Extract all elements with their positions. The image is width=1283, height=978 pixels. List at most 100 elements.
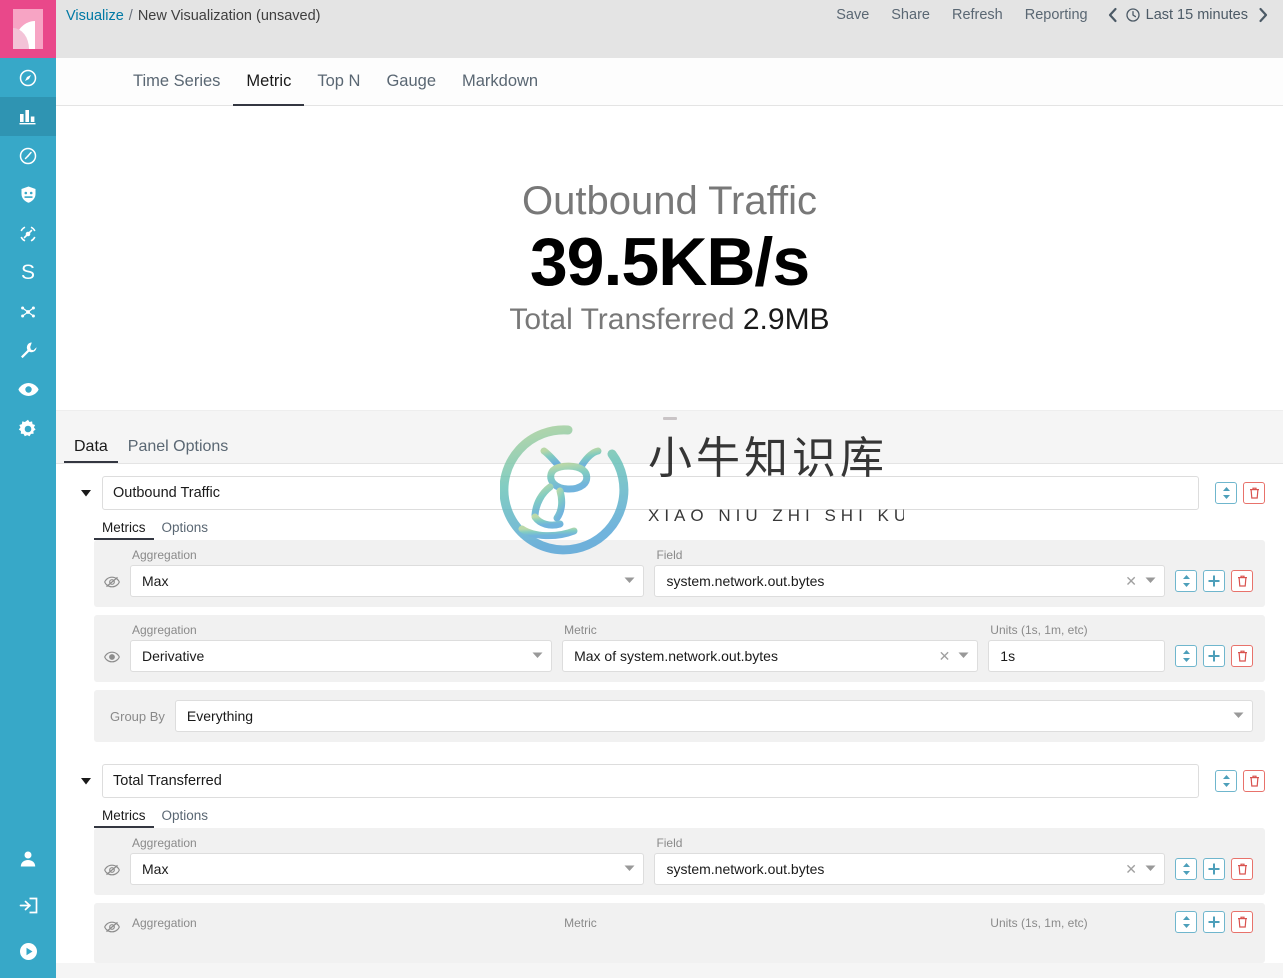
tab-markdown[interactable]: Markdown <box>449 58 551 106</box>
series-label-input[interactable] <box>102 476 1199 510</box>
series-delete-button[interactable] <box>1243 482 1265 504</box>
save-button[interactable]: Save <box>825 7 880 23</box>
series-label-input[interactable] <box>102 764 1199 798</box>
clear-icon[interactable]: ✕ <box>939 648 951 665</box>
sidebar-item-logout[interactable] <box>0 882 56 928</box>
tab-options[interactable]: Options <box>154 520 217 540</box>
eye-slash-icon[interactable] <box>104 864 120 876</box>
units-field-group: Units (1s, 1m, etc) <box>988 916 1165 933</box>
group-by-select[interactable]: Everything <box>174 700 1253 732</box>
aggregation-add-button[interactable] <box>1203 858 1225 880</box>
series-reorder-button[interactable] <box>1215 770 1237 792</box>
series-delete-button[interactable] <box>1243 770 1265 792</box>
metric-label: Metric <box>564 623 597 637</box>
sidebar-item-siem[interactable]: S <box>0 253 56 292</box>
sidebar-item-machine-learning[interactable] <box>0 292 56 331</box>
global-nav-sidebar: S <box>0 0 56 978</box>
sidebar-item-graph[interactable] <box>0 214 56 253</box>
aggregation-label: Aggregation <box>132 623 197 637</box>
aggregation-reorder-button[interactable] <box>1175 858 1197 880</box>
series-tabs: Metrics Options <box>94 808 1265 828</box>
aggregation-field-group: Aggregation Max <box>130 836 645 885</box>
sidebar-item-management[interactable] <box>0 409 56 448</box>
clear-icon[interactable]: ✕ <box>1125 573 1137 590</box>
eye-slash-icon[interactable] <box>104 576 120 588</box>
clear-icon[interactable]: ✕ <box>1125 861 1137 878</box>
time-picker[interactable]: Last 15 minutes <box>1125 7 1248 23</box>
tab-gauge[interactable]: Gauge <box>373 58 449 106</box>
aggregation-reorder-button[interactable] <box>1175 645 1197 667</box>
aggregation-select[interactable]: Max <box>130 853 645 885</box>
aggregation-list: Aggregation Max Field system.network.out… <box>94 540 1265 742</box>
series-reorder-button[interactable] <box>1215 482 1237 504</box>
chevron-right-icon[interactable] <box>1248 7 1269 23</box>
chevron-down-icon <box>1145 865 1156 874</box>
units-input[interactable]: 1s <box>988 640 1165 672</box>
sidebar-item-discover[interactable] <box>0 58 56 97</box>
caret-down-icon[interactable] <box>78 485 94 501</box>
tab-metric[interactable]: Metric <box>233 58 304 106</box>
eye-icon[interactable] <box>104 651 120 663</box>
clock-icon <box>1125 8 1140 22</box>
breadcrumb: Visualize / New Visualization (unsaved) <box>66 7 321 24</box>
gear-icon <box>18 419 38 439</box>
refresh-button[interactable]: Refresh <box>941 7 1014 23</box>
sidebar-item-collapse-nav[interactable] <box>0 928 56 974</box>
aggregation-select[interactable]: Max <box>130 565 645 597</box>
field-combobox[interactable]: system.network.out.bytes ✕ <box>654 565 1165 597</box>
sidebar-item-security[interactable] <box>0 175 56 214</box>
header-actions: Save Share Refresh Reporting Last 15 min… <box>825 7 1269 23</box>
panel-splitter[interactable] <box>56 410 1283 426</box>
tab-data[interactable]: Data <box>64 438 118 463</box>
aggregation-label: Aggregation <box>132 548 197 562</box>
metric-combobox[interactable]: Max of system.network.out.bytes ✕ <box>562 640 979 672</box>
aggregation-delete-button[interactable] <box>1231 645 1253 667</box>
sidebar-item-user-account[interactable] <box>0 836 56 882</box>
graph-icon <box>18 224 38 244</box>
aggregation-add-button[interactable] <box>1203 911 1225 933</box>
field-combobox[interactable]: system.network.out.bytes ✕ <box>654 853 1165 885</box>
metric-field-group: Metric Max of system.network.out.bytes ✕ <box>562 623 979 672</box>
share-button[interactable]: Share <box>880 7 941 23</box>
tab-metrics[interactable]: Metrics <box>94 808 154 828</box>
aggregation-delete-button[interactable] <box>1231 570 1253 592</box>
aggregation-add-button[interactable] <box>1203 645 1225 667</box>
sidebar-item-monitoring[interactable] <box>0 370 56 409</box>
metric-primary-label: Outbound Traffic <box>522 178 817 223</box>
tab-panel-options[interactable]: Panel Options <box>118 438 239 463</box>
bar-chart-icon <box>19 107 38 126</box>
sidebar-item-visualize[interactable] <box>0 97 56 136</box>
shield-icon <box>19 185 38 204</box>
eye-icon <box>17 382 39 397</box>
aggregation-reorder-button[interactable] <box>1175 911 1197 933</box>
chevron-down-icon <box>532 652 543 661</box>
aggregation-row: Aggregation Metric Units (1s, 1m, etc) <box>94 903 1265 963</box>
aggregation-reorder-button[interactable] <box>1175 570 1197 592</box>
dashboard-icon <box>18 146 38 166</box>
editor-tabs: Data Panel Options <box>56 426 1283 464</box>
eye-slash-icon[interactable] <box>104 921 120 933</box>
sidebar-item-dashboard[interactable] <box>0 136 56 175</box>
breadcrumb-root[interactable]: Visualize <box>66 8 124 24</box>
reporting-button[interactable]: Reporting <box>1014 7 1099 23</box>
metric-visualization: Outbound Traffic 39.5KB/s Total Transfer… <box>56 106 1283 410</box>
chevron-down-icon <box>1145 577 1156 586</box>
tab-top-n[interactable]: Top N <box>304 58 373 106</box>
chevron-left-icon[interactable] <box>1099 7 1126 23</box>
aggregation-add-button[interactable] <box>1203 570 1225 592</box>
editor-pane: Data Panel Options Outbound Traffic Metr… <box>56 426 1283 978</box>
metric-secondary-label: Total Transferred <box>509 303 735 337</box>
kibana-logo[interactable] <box>0 0 56 58</box>
caret-down-icon[interactable] <box>78 773 94 789</box>
aggregation-field-group: Aggregation Max <box>130 548 645 597</box>
sidebar-item-dev-tools[interactable] <box>0 331 56 370</box>
aggregation-select[interactable]: Derivative <box>130 640 553 672</box>
aggregation-delete-button[interactable] <box>1231 858 1253 880</box>
tab-time-series[interactable]: Time Series <box>120 58 233 106</box>
drag-handle-icon <box>662 417 677 420</box>
tab-options[interactable]: Options <box>154 808 217 828</box>
units-label: Units (1s, 1m, etc) <box>990 623 1088 637</box>
tab-metrics[interactable]: Metrics <box>94 520 154 540</box>
time-range-label: Last 15 minutes <box>1145 7 1248 23</box>
aggregation-delete-button[interactable] <box>1231 911 1253 933</box>
